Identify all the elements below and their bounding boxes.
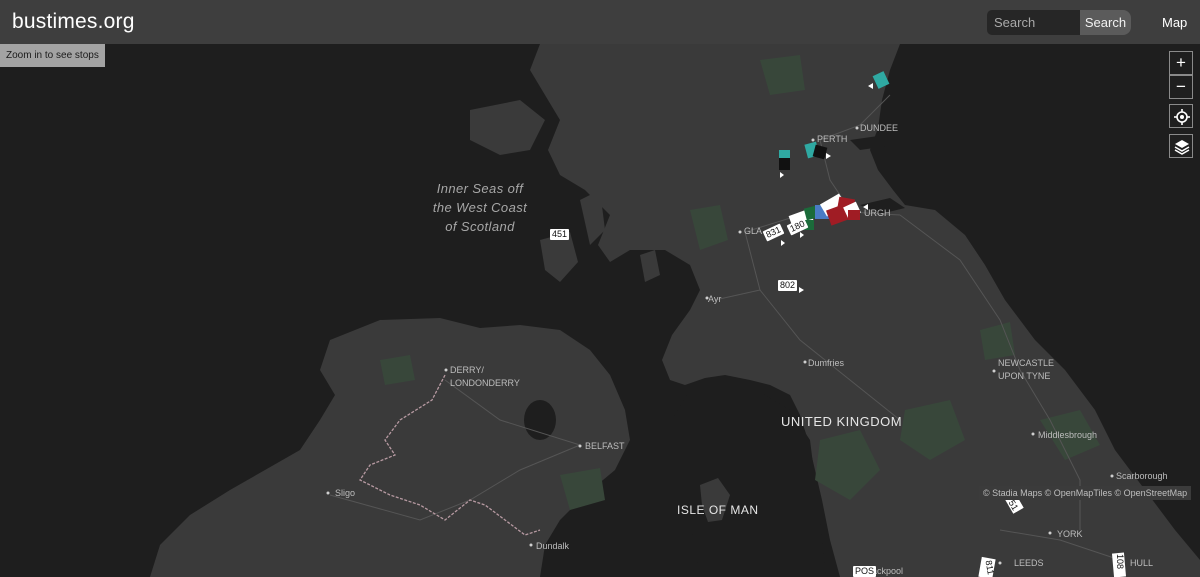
sea-label-line: of Scotland (445, 219, 515, 234)
layers-icon (1174, 140, 1190, 155)
place-belfast: BELFAST (585, 441, 625, 451)
site-logo-link[interactable]: bustimes.org (12, 10, 135, 34)
sea-label: Inner Seas off the West Coast of Scotlan… (425, 179, 535, 236)
place-blackpool: ackpool (872, 566, 904, 576)
place-leeds: LEEDS (1014, 558, 1044, 568)
bus-marker[interactable]: POS (853, 566, 877, 577)
place-newcastle: NEWCASTLE UPON TYNE (998, 357, 1054, 383)
bus-marker[interactable]: 108 (1114, 552, 1125, 571)
place-edinburgh: URGH (864, 208, 891, 218)
place-newcastle-line: NEWCASTLE (998, 358, 1055, 368)
place-derry-line: DERRY/ (450, 365, 484, 375)
locate-icon (1174, 109, 1190, 125)
search-form: Search (987, 10, 1131, 35)
zoom-hint: Zoom in to see stops (0, 44, 105, 67)
place-newcastle-line: UPON TYNE (998, 371, 1051, 381)
locate-button[interactable] (1169, 104, 1193, 128)
place-derry: DERRY/ LONDONDERRY (450, 364, 520, 390)
place-ayr: Ayr (708, 294, 722, 304)
place-dundalk: Dundalk (536, 541, 570, 551)
top-navbar: bustimes.org Search Map (0, 0, 1200, 44)
bus-marker[interactable]: 451 (550, 229, 570, 240)
nav-link-map[interactable]: Map (1162, 15, 1187, 30)
place-scarborough: Scarborough (1116, 471, 1168, 481)
place-middlesbrough: Middlesbrough (1038, 430, 1098, 440)
sea-label-line: Inner Seas off (436, 181, 524, 196)
place-glasgow: GLA (744, 226, 763, 236)
search-button[interactable]: Search (1080, 10, 1131, 35)
layers-button[interactable] (1169, 134, 1193, 158)
bus-marker[interactable]: 802 (778, 280, 798, 291)
search-input[interactable] (987, 10, 1092, 35)
place-york: YORK (1057, 529, 1083, 539)
zoom-in-button[interactable]: + (1169, 51, 1193, 75)
sea-label-line: the West Coast (432, 200, 528, 215)
zoom-out-button[interactable]: − (1169, 75, 1193, 99)
place-perth: PERTH (817, 134, 848, 144)
place-derry-line: LONDONDERRY (450, 378, 520, 388)
place-dumfries: Dumfries (808, 358, 845, 368)
map-attribution[interactable]: © Stadia Maps © OpenMapTiles © OpenStree… (979, 486, 1192, 500)
place-dundee: DUNDEE (860, 123, 899, 133)
place-sligo: Sligo (335, 488, 356, 498)
place-isle-of-man: ISLE OF MAN (677, 503, 759, 517)
country-united-kingdom: UNITED KINGDOM (781, 414, 903, 429)
place-hull: HULL (1130, 558, 1154, 568)
